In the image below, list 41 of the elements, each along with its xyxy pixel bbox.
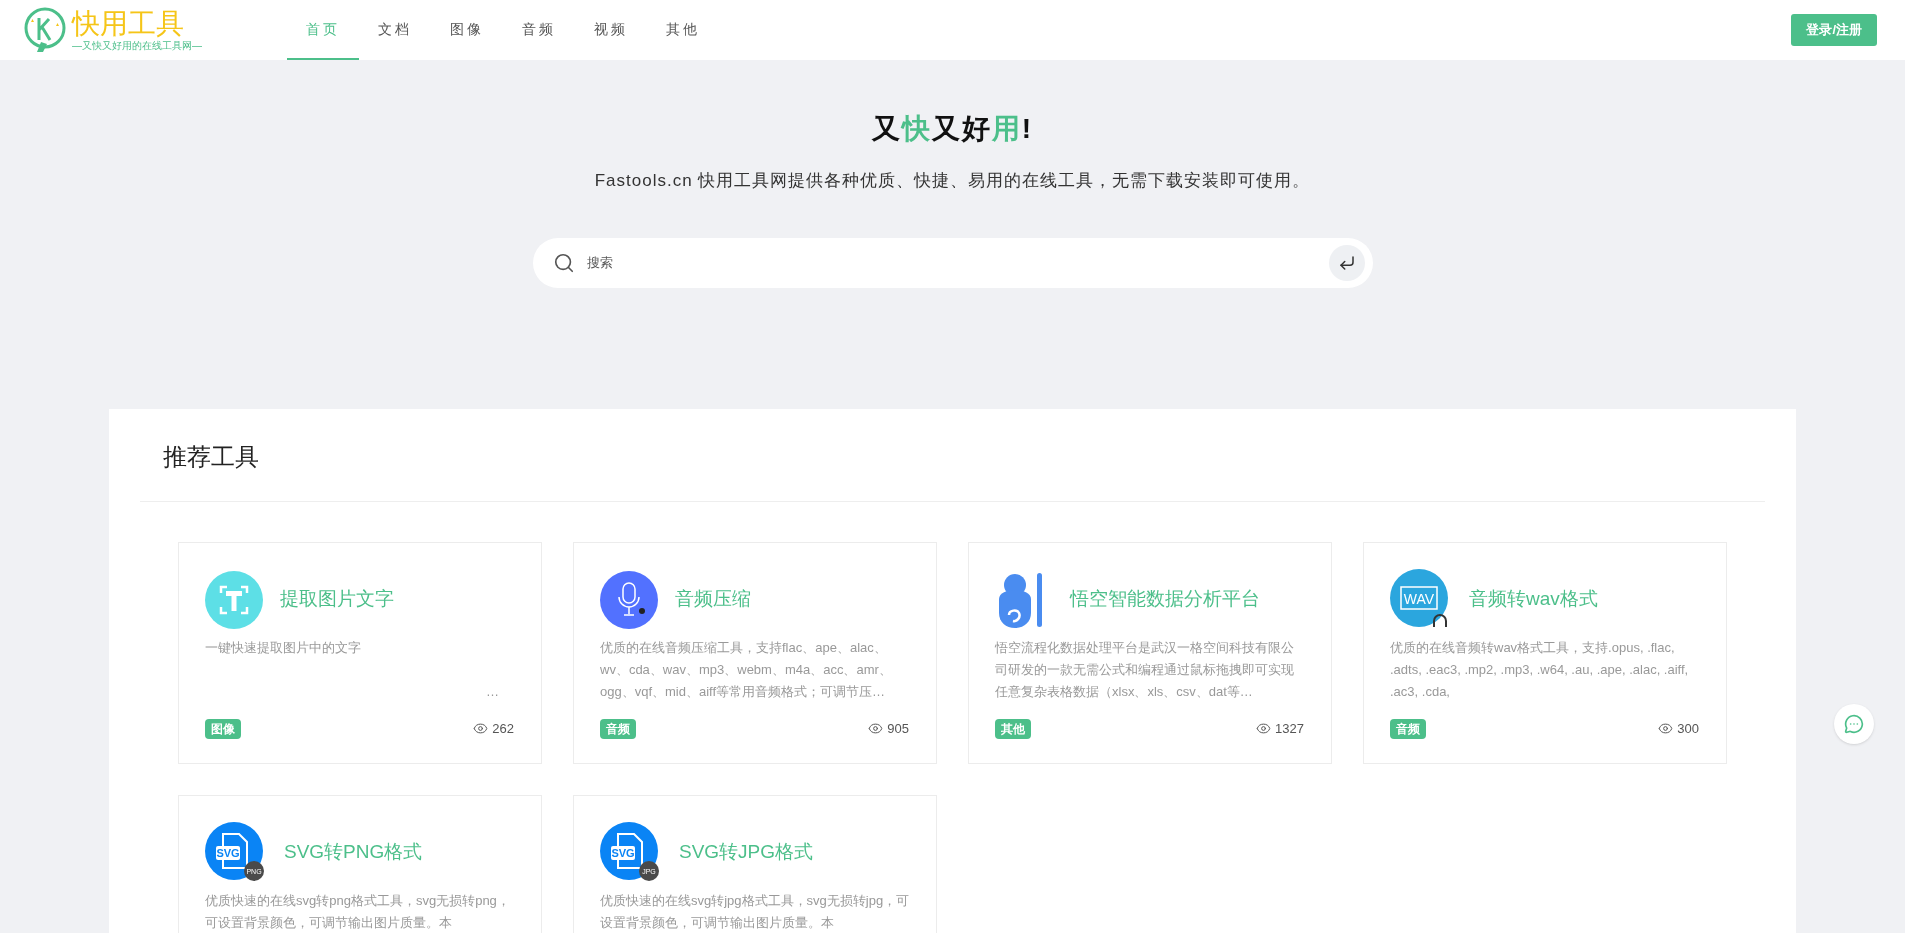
tool-description: 优质快速的在线svg转png格式工具，svg无损转png，可设置背景颜色，可调节输出图片质量。本	[205, 891, 511, 932]
tool-title: 音频转wav格式	[1469, 587, 1598, 612]
tool-title: 音频压缩	[675, 587, 751, 612]
tool-card[interactable]: WAV 音频转wav格式 优质的在线音频转wav格式工具，支持.opus, .flac, .adts, .eac3, .mp2, .mp3, .w64, .au, .ape, .alac, .aiff, .ac3, .cda, 音频 300	[1363, 541, 1727, 764]
logo-icon	[22, 6, 68, 54]
tool-title: SVG转PNG格式	[284, 840, 423, 865]
tool-description: 优质的在线音频转wav格式工具，支持.opus, .flac, .adts, .eac3, .mp2, .mp3, .w64, .au, .ape, .alac, .aiff, .ac3, .cda,	[1390, 638, 1690, 701]
view-count: 1327	[1275, 719, 1304, 738]
tool-title: 悟空智能数据分析平台	[1070, 587, 1260, 612]
text-scan-icon	[205, 570, 263, 629]
section-title: 推荐工具	[162, 441, 260, 472]
tool-title: SVG转JPG格式	[679, 840, 814, 865]
nav-tab[interactable]: 其他	[647, 0, 719, 60]
view-count: 300	[1677, 719, 1699, 738]
eye-icon	[473, 721, 489, 736]
microphone-icon	[600, 570, 658, 629]
headline: 又快又好用!	[871, 112, 1034, 146]
nav-tab[interactable]: 文档	[359, 0, 431, 60]
eye-icon	[1658, 721, 1674, 736]
tool-description: 一键快速提取图片中的文字	[205, 638, 362, 657]
ellipsis-mark: …	[486, 682, 499, 701]
chat-icon	[1844, 714, 1864, 734]
eye-icon	[868, 721, 884, 736]
eye-icon	[1256, 721, 1272, 736]
nav-tab[interactable]: 音频	[503, 0, 575, 60]
tool-card[interactable]: 提取图片文字 一键快速提取图片中的文字 … 图像 262	[178, 541, 542, 764]
search-field[interactable]: 搜索	[586, 252, 1329, 273]
subtitle: Fastools.cn 快用工具网提供各种优质、快捷、易用的在线工具，无需下载安装即可使用。	[594, 170, 1311, 192]
nav-tab[interactable]: 图像	[431, 0, 503, 60]
search-bar[interactable]: 搜索	[532, 237, 1373, 288]
view-count: 905	[887, 719, 909, 738]
tool-title: 提取图片文字	[280, 587, 394, 612]
search-icon	[552, 251, 575, 274]
logo-slogan: —又快又好用的在线工具网—	[72, 40, 202, 52]
tool-description: 优质的在线音频压缩工具，支持flac、ape、alac、wv、cda、wav、mp3、webm、m4a、acc、amr、ogg、vqf、mid、aiff等常用音频格式；可调节压…	[600, 638, 893, 701]
view-count: 262	[492, 719, 514, 738]
tool-card[interactable]: 音频压缩 优质的在线音频压缩工具，支持flac、ape、alac、wv、cda、wav、mp3、webm、m4a、acc、amr、ogg、vqf、mid、aiff等常用音频格式；可调节压… 音频 905	[573, 541, 937, 764]
logo-name: 快用工具	[72, 8, 185, 40]
nav-tab[interactable]: 视频	[575, 0, 647, 60]
tool-description: 优质快速的在线svg转jpg格式工具，svg无损转jpg，可设置背景颜色，可调节输出图片质量。本	[600, 891, 910, 932]
enter-icon[interactable]	[1328, 244, 1365, 281]
